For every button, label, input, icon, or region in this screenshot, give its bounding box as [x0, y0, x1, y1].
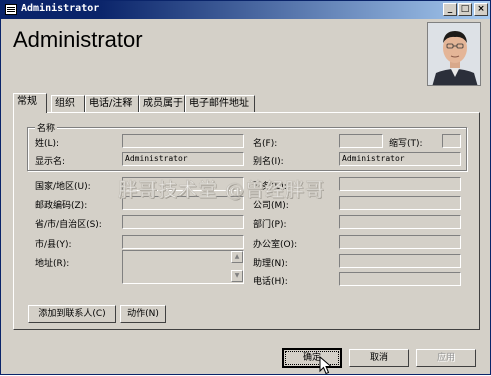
scroll-down-icon[interactable]: ▼: [231, 270, 243, 282]
office-label: 办公室(O):: [253, 240, 298, 250]
window-icon: [5, 4, 17, 15]
company-field[interactable]: [339, 196, 461, 210]
properties-window: Administrator _ □ × Administrator 常规 组织 …: [0, 0, 491, 375]
alias-label: 别名(I):: [253, 157, 284, 167]
assistant-label: 助理(N):: [253, 259, 288, 269]
state-field[interactable]: [122, 215, 244, 229]
minimize-button[interactable]: _: [443, 3, 457, 16]
apply-button[interactable]: 应用: [416, 349, 476, 367]
first-name-label: 名(F):: [253, 139, 278, 149]
postal-code-label: 邮政编码(Z):: [35, 201, 88, 211]
cancel-button[interactable]: 取消: [349, 349, 409, 367]
city-field[interactable]: [122, 235, 244, 249]
job-title-field[interactable]: [339, 177, 461, 191]
initials-label: 缩写(T):: [389, 139, 423, 149]
user-photo: [427, 22, 481, 86]
department-label: 部门(P):: [253, 220, 287, 230]
actions-button[interactable]: 动作(N): [120, 305, 166, 323]
state-label: 省/市/自治区(S):: [35, 220, 102, 230]
ok-button[interactable]: 确定: [282, 348, 342, 368]
watermark: 胖哥技术堂 @曾经胖哥: [117, 179, 326, 202]
tab-member-of[interactable]: 成员属于: [139, 95, 185, 112]
tab-organization[interactable]: 组织: [51, 95, 85, 112]
maximize-button[interactable]: □: [458, 3, 472, 16]
display-name-field[interactable]: Administrator: [122, 152, 244, 166]
tab-email-addresses[interactable]: 电子邮件地址: [185, 95, 255, 112]
scroll-up-icon[interactable]: ▲: [231, 251, 243, 263]
assistant-field[interactable]: [339, 254, 461, 268]
office-field[interactable]: [339, 235, 461, 249]
alias-field[interactable]: Administrator: [339, 152, 461, 166]
country-label: 国家/地区(U):: [35, 182, 91, 192]
last-name-field[interactable]: [122, 134, 244, 148]
city-label: 市/县(Y):: [35, 240, 72, 250]
header-name: Administrator: [13, 27, 143, 52]
name-group-label: 名称: [35, 121, 58, 134]
phone-field[interactable]: [339, 272, 461, 286]
phone-label: 电话(H):: [253, 277, 288, 287]
mouse-cursor-icon: [319, 356, 333, 375]
tab-telephones[interactable]: 电话/注释: [85, 95, 139, 112]
initials-field[interactable]: [442, 134, 461, 148]
department-field[interactable]: [339, 215, 461, 229]
user-photo-image: [428, 23, 480, 85]
close-button[interactable]: ×: [474, 3, 488, 16]
window-title: Administrator: [21, 3, 100, 14]
title-bar[interactable]: Administrator _ □ ×: [1, 1, 490, 19]
address-label: 地址(R):: [35, 259, 70, 269]
tab-general[interactable]: 常规: [13, 93, 47, 113]
first-name-field[interactable]: [339, 134, 383, 148]
add-to-contacts-button[interactable]: 添加到联系人(C): [28, 305, 116, 323]
address-field[interactable]: [122, 250, 244, 284]
display-name-label: 显示名:: [35, 157, 66, 167]
last-name-label: 姓(L):: [35, 139, 60, 149]
